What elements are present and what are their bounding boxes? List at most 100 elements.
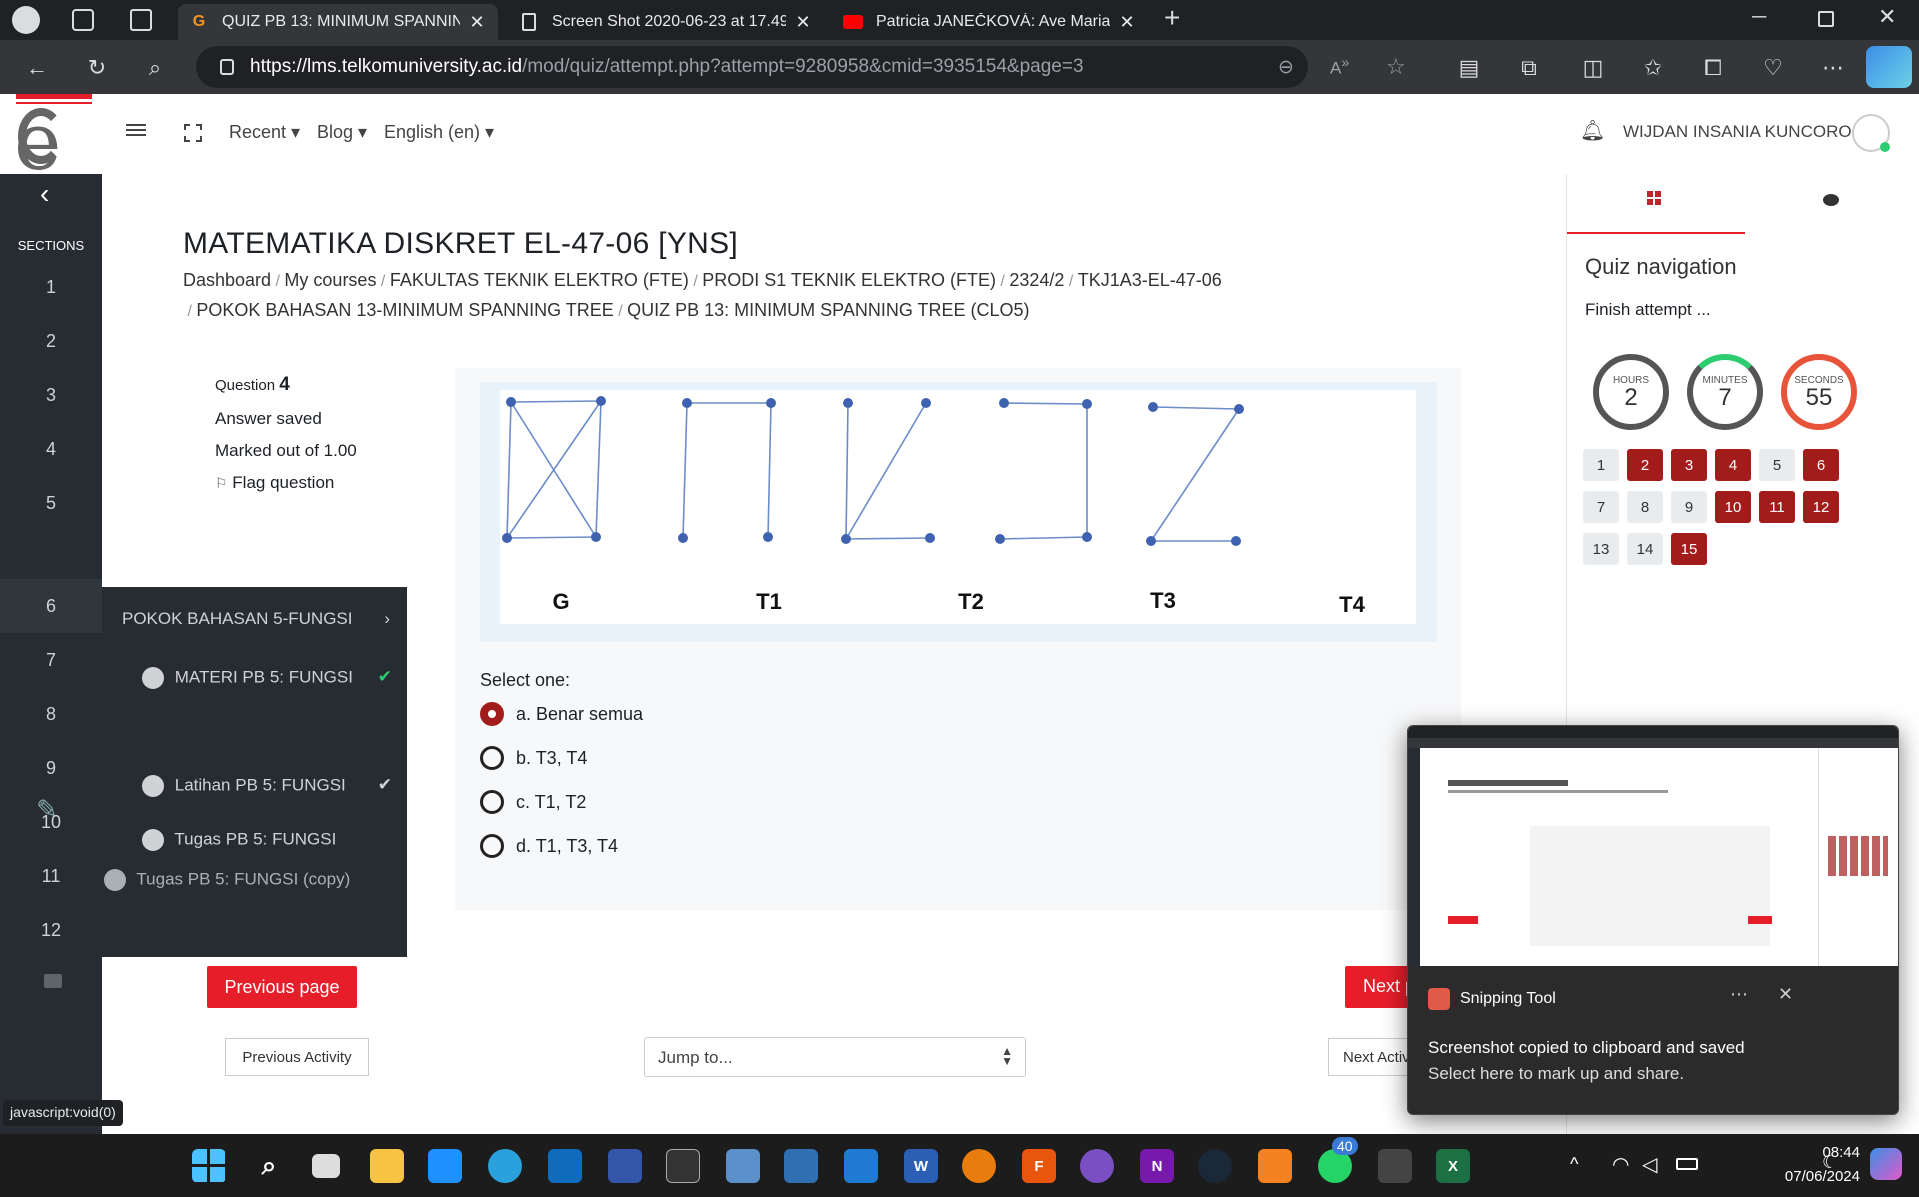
clock-time[interactable]: 08:44	[1760, 1144, 1860, 1161]
tray-chevron-icon[interactable]: ^	[1570, 1154, 1578, 1175]
task-view-icon[interactable]	[312, 1154, 340, 1178]
tab-quiz[interactable]: G QUIZ PB 13: MINIMUM SPANNIN ✕	[178, 4, 498, 40]
clock-date[interactable]: 07/06/2024	[1740, 1168, 1860, 1185]
quiz-nav-button-11[interactable]: 11	[1759, 491, 1795, 523]
new-tab-icon[interactable]: +	[1164, 2, 1180, 34]
section-3[interactable]: 3	[0, 385, 102, 406]
read-aloud-icon[interactable]: A»	[1330, 55, 1349, 79]
reload-icon[interactable]: ↻	[80, 51, 114, 85]
section-4[interactable]: 4	[0, 439, 102, 460]
app-icon[interactable]	[1080, 1149, 1114, 1183]
outlook-icon[interactable]	[548, 1149, 582, 1183]
app-icon[interactable]	[1258, 1149, 1292, 1183]
store-icon[interactable]	[428, 1149, 462, 1183]
restore-icon[interactable]	[1818, 11, 1834, 27]
start-icon[interactable]	[192, 1149, 226, 1183]
quiz-nav-button-12[interactable]: 12	[1803, 491, 1839, 523]
quiz-nav-button-3[interactable]: 3	[1671, 449, 1707, 481]
section-5[interactable]: 5	[0, 493, 102, 514]
section-2[interactable]: 2	[0, 331, 102, 352]
collections-icon[interactable]: ⧠	[1696, 51, 1730, 85]
steam-icon[interactable]	[1198, 1149, 1232, 1183]
hamburger-menu-icon[interactable]	[126, 121, 146, 139]
quiz-nav-button-8[interactable]: 8	[1627, 491, 1663, 523]
toast-thumbnail[interactable]	[1408, 726, 1898, 966]
user-name[interactable]: WIJDAN INSANIA KUNCORO	[1623, 122, 1852, 142]
tab-youtube[interactable]: Patricia JANEČKOVÁ: Ave Maria ( ✕	[832, 4, 1148, 40]
drawer-section-title[interactable]: POKOK BAHASAN 5-FUNGSI ›	[122, 609, 402, 629]
quiz-nav-button-9[interactable]: 9	[1671, 491, 1707, 523]
blender-icon[interactable]	[962, 1149, 996, 1183]
collapse-sidebar-icon[interactable]: ‹	[40, 178, 49, 210]
drawer-item[interactable]: MATERI PB 5: FUNGSI ✔	[142, 667, 392, 689]
quiz-nav-button-15[interactable]: 15	[1671, 533, 1707, 565]
quiz-nav-button-6[interactable]: 6	[1803, 449, 1839, 481]
app-icon[interactable]	[608, 1149, 642, 1183]
excel-icon[interactable]: X	[1436, 1149, 1470, 1183]
whatsapp-icon[interactable]: 40	[1318, 1137, 1358, 1183]
breadcrumb-term[interactable]: 2324/2	[1009, 270, 1064, 290]
volume-icon[interactable]: ◁	[1642, 1152, 1657, 1177]
edge-icon[interactable]	[488, 1149, 522, 1183]
battery-icon[interactable]	[1676, 1158, 1698, 1170]
url-field[interactable]: https://lms.telkomuniversity.ac.id/mod/q…	[196, 46, 1406, 88]
window-close-icon[interactable]: ✕	[1878, 4, 1896, 30]
onenote-icon[interactable]: N	[1140, 1149, 1174, 1183]
blocks-tab[interactable]	[1567, 174, 1745, 234]
app-icon[interactable]	[666, 1149, 700, 1183]
option-a-radio[interactable]	[480, 702, 504, 726]
finish-attempt-link[interactable]: Finish attempt ...	[1585, 300, 1711, 320]
word-icon[interactable]: W	[904, 1149, 938, 1183]
search-icon[interactable]: ⌕	[252, 1149, 286, 1183]
quiz-nav-button-4[interactable]: 4	[1715, 449, 1751, 481]
drawer-item[interactable]: Latihan PB 5: FUNGSI ✔	[142, 775, 392, 797]
option-b-label[interactable]: b. T3, T4	[516, 748, 587, 769]
nav-blog[interactable]: Blog ▾	[317, 122, 367, 143]
search-icon[interactable]: ⌕	[138, 51, 172, 85]
copilot-taskbar-icon[interactable]	[1870, 1148, 1902, 1180]
option-c-label[interactable]: c. T1, T2	[516, 792, 586, 813]
back-icon[interactable]: ←	[20, 51, 54, 85]
jump-to-select[interactable]: Jump to... ▲ ▼	[644, 1037, 1026, 1077]
option-a-label[interactable]: a. Benar semua	[516, 704, 643, 725]
breadcrumb-course[interactable]: TKJ1A3-EL-47-06	[1078, 270, 1222, 290]
favorites-icon[interactable]: ✩	[1636, 51, 1670, 85]
app-icon[interactable]	[784, 1149, 818, 1183]
tab-screenshot[interactable]: Screen Shot 2020-06-23 at 17.49 ✕	[508, 4, 824, 40]
snipping-tool-toast[interactable]: Snipping Tool ⋯ ✕ Screenshot copied to c…	[1407, 725, 1899, 1115]
quiz-nav-button-2[interactable]: 2	[1627, 449, 1663, 481]
more-icon[interactable]: ⋯	[1816, 51, 1850, 85]
wifi-icon[interactable]: ◠	[1612, 1152, 1629, 1177]
favorite-icon[interactable]: ☆	[1386, 54, 1406, 80]
option-b-radio[interactable]	[480, 746, 504, 770]
quiz-nav-button-13[interactable]: 13	[1583, 533, 1619, 565]
quiz-nav-button-5[interactable]: 5	[1759, 449, 1795, 481]
quiz-nav-button-10[interactable]: 10	[1715, 491, 1751, 523]
site-logo[interactable]: e	[14, 94, 96, 182]
quiz-nav-button-14[interactable]: 14	[1627, 533, 1663, 565]
app-icon[interactable]	[1378, 1149, 1412, 1183]
section-7[interactable]: 7	[0, 650, 102, 671]
previous-page-button[interactable]: Previous page	[207, 966, 357, 1008]
copilot-icon[interactable]	[1866, 46, 1912, 88]
breadcrumb-my-courses[interactable]: My courses	[284, 270, 376, 290]
section-10[interactable]: 10	[0, 812, 102, 833]
breadcrumb-dashboard[interactable]: Dashboard	[183, 270, 271, 290]
toast-close-icon[interactable]: ✕	[1778, 984, 1793, 1005]
quiz-nav-button-1[interactable]: 1	[1583, 449, 1619, 481]
extensions-icon[interactable]: ⧉	[1512, 51, 1546, 85]
profile-icon[interactable]	[12, 6, 40, 34]
section-11[interactable]: 11	[0, 866, 102, 887]
section-12[interactable]: 12	[0, 920, 102, 941]
app-icon[interactable]: F	[1022, 1149, 1056, 1183]
performance-icon[interactable]: ♡	[1756, 51, 1790, 85]
section-8[interactable]: 8	[0, 704, 102, 725]
photos-icon[interactable]	[726, 1149, 760, 1183]
breadcrumb-faculty[interactable]: FAKULTAS TEKNIK ELEKTRO (FTE)	[390, 270, 689, 290]
notification-bell-icon[interactable]: 🔔︎	[1580, 118, 1605, 143]
option-c-radio[interactable]	[480, 790, 504, 814]
nav-recent[interactable]: Recent ▾	[229, 122, 300, 143]
zoom-icon[interactable]: ⊖	[1278, 56, 1294, 79]
section-6[interactable]: 6	[0, 596, 102, 617]
option-d-label[interactable]: d. T1, T3, T4	[516, 836, 618, 857]
